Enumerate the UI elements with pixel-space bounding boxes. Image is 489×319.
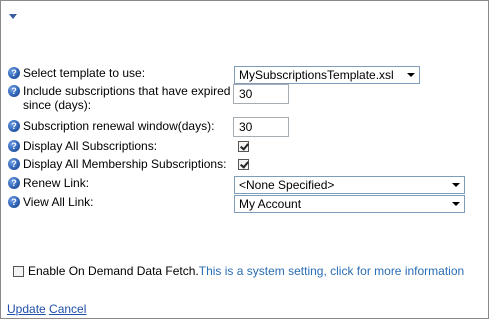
renew-link-label: Renew Link: [23, 176, 90, 190]
help-icon[interactable]: ? [8, 140, 20, 152]
on-demand-checkbox[interactable] [13, 265, 24, 277]
expired-row: ? Include subscriptions that have expire… [8, 84, 233, 112]
help-icon[interactable]: ? [8, 177, 20, 189]
view-all-select-value: My Account [239, 197, 302, 211]
template-row: ? Select template to use: [8, 66, 145, 80]
on-demand-row: Enable On Demand Data Fetch. This is a sy… [13, 264, 464, 278]
display-membership-checkbox[interactable] [238, 159, 249, 170]
help-icon[interactable]: ? [8, 67, 20, 79]
display-all-label: Display All Subscriptions: [23, 139, 158, 153]
cancel-link[interactable]: Cancel [49, 302, 86, 316]
help-icon[interactable]: ? [8, 120, 20, 132]
renew-link-select-value: <None Specified> [239, 178, 335, 192]
chevron-down-icon [452, 183, 460, 187]
template-select-value: MySubscriptionsTemplate.xsl [239, 68, 394, 82]
help-icon[interactable]: ? [8, 196, 20, 208]
actions: Update Cancel [7, 302, 86, 316]
update-link[interactable]: Update [7, 302, 46, 316]
chevron-down-icon [407, 73, 415, 77]
template-select[interactable]: MySubscriptionsTemplate.xsl [234, 66, 420, 84]
on-demand-label: Enable On Demand Data Fetch. [28, 264, 199, 278]
view-all-label: View All Link: [23, 195, 94, 209]
view-all-select[interactable]: My Account [234, 195, 465, 213]
chevron-down-icon [452, 202, 460, 206]
expired-days-input[interactable] [233, 84, 289, 104]
renewal-days-input[interactable] [233, 117, 289, 137]
settings-panel: ? Select template to use: MySubscription… [0, 0, 489, 319]
display-membership-row: ? Display All Membership Subscriptions: [8, 157, 226, 171]
expired-label: Include subscriptions that have expired … [23, 84, 231, 112]
on-demand-info-link[interactable]: This is a system setting, click for more… [199, 264, 464, 278]
display-all-row: ? Display All Subscriptions: [8, 139, 157, 153]
display-all-checkbox[interactable] [238, 141, 249, 152]
view-all-row: ? View All Link: [8, 195, 93, 209]
template-label: Select template to use: [23, 66, 146, 80]
renewal-row: ? Subscription renewal window(days): [8, 119, 214, 133]
renew-link-row: ? Renew Link: [8, 176, 89, 190]
renewal-label: Subscription renewal window(days): [23, 119, 215, 133]
help-icon[interactable]: ? [8, 158, 20, 170]
display-membership-label: Display All Membership Subscriptions: [23, 157, 227, 171]
collapse-arrow-icon[interactable] [9, 14, 17, 19]
renew-link-select[interactable]: <None Specified> [234, 176, 465, 194]
help-icon[interactable]: ? [8, 85, 20, 97]
